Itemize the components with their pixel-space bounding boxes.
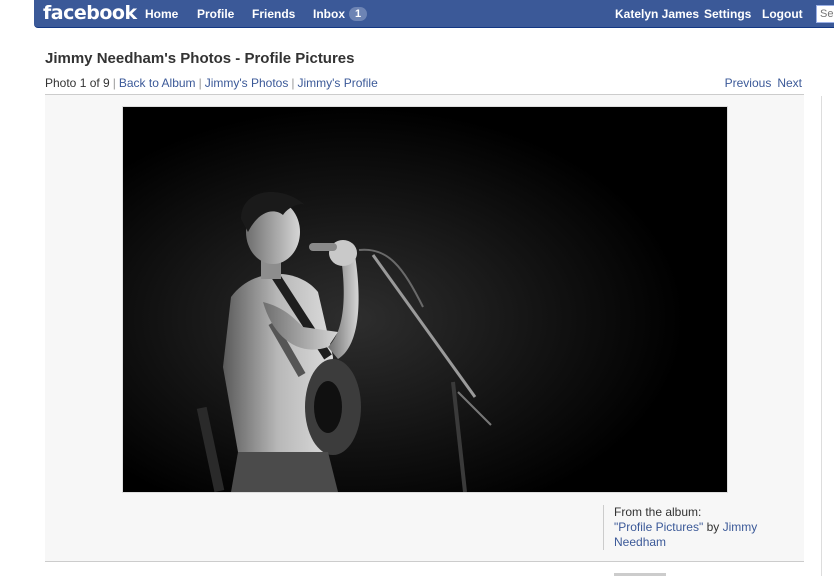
nav-user-link[interactable]: Katelyn James [615,7,699,21]
nav-inbox-link[interactable]: Inbox [313,7,345,21]
back-to-album-link[interactable]: Back to Album [119,76,196,90]
nav-settings-link[interactable]: Settings [704,7,751,21]
album-info: From the album: "Profile Pictures" by Ji… [603,505,789,550]
nav-friends-link[interactable]: Friends [252,7,295,21]
profile-photo[interactable] [122,106,728,493]
right-column-divider [821,96,822,576]
next-photo-link[interactable]: Next [777,76,802,90]
owner-profile-link[interactable]: Jimmy's Profile [297,76,377,90]
album-name-link[interactable]: "Profile Pictures" [614,520,703,534]
from-album-label: From the album: [614,505,702,519]
separator: | [112,76,116,90]
facebook-logo[interactable]: facebook [43,2,137,24]
separator: | [198,76,202,90]
photo-counter: Photo 1 of 9 [45,76,110,90]
separator: | [291,76,295,90]
nav-home-link[interactable]: Home [145,7,178,21]
nav-logout-link[interactable]: Logout [762,7,803,21]
top-nav-bar: facebook Home Profile Friends Inbox 1 Ka… [34,0,834,28]
owner-photos-link[interactable]: Jimmy's Photos [205,76,289,90]
photo-subnav: Photo 1 of 9 | Back to Album | Jimmy's Photo… [45,76,378,90]
search-input[interactable] [816,5,834,23]
inbox-count-badge: 1 [349,7,368,21]
previous-photo-link[interactable]: Previous [725,76,772,90]
page-title: Jimmy Needham's Photos - Profile Picture… [45,50,355,67]
nav-profile-link[interactable]: Profile [197,7,234,21]
photo-panel: From the album: "Profile Pictures" by Ji… [45,94,804,562]
concert-photo-illustration [123,107,727,492]
photo-pager: Previous Next [725,76,802,90]
by-label: by [706,520,720,534]
